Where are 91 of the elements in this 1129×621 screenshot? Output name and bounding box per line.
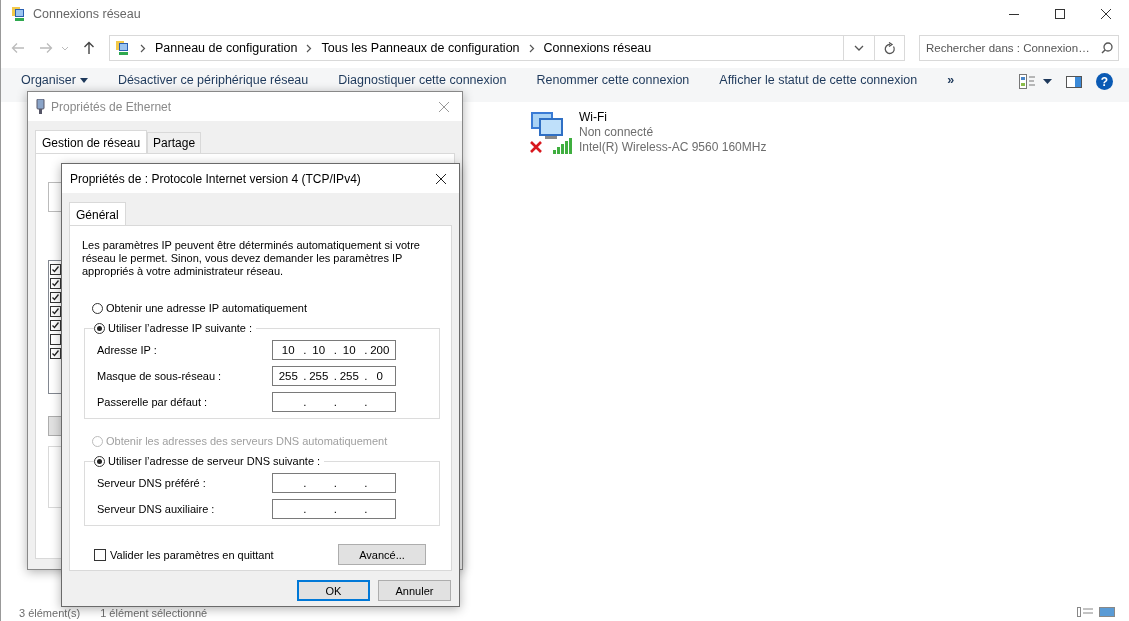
status-text: 3 élément(s): [19, 607, 81, 619]
toolbar-command[interactable]: Diagnostiquer cette connexion: [338, 73, 507, 87]
network-folder-icon: [11, 6, 27, 22]
octet: 10: [342, 344, 356, 356]
toolbar-command[interactable]: Désactiver ce périphérique réseau: [117, 73, 309, 87]
dialog-title: Propriétés de Ethernet: [51, 99, 172, 114]
checkbox[interactable]: [50, 306, 61, 317]
tab[interactable]: Gestion de réseau: [35, 130, 148, 154]
network-folder-icon: [115, 40, 131, 56]
field-label: Adresse IP :: [97, 344, 158, 356]
tab[interactable]: Partage: [147, 132, 202, 153]
field-label: Masque de sous-réseau :: [97, 370, 223, 382]
breadcrumb[interactable]: Tous les Panneaux de configuration: [321, 41, 520, 55]
ip-address-field[interactable]: . . .: [272, 473, 396, 493]
view-options-icon[interactable]: [1019, 74, 1035, 89]
checkbox[interactable]: Valider les paramètres en quittant: [94, 548, 274, 561]
checkbox[interactable]: [50, 320, 61, 331]
window-title: Connexions réseau: [33, 7, 141, 21]
dot-separator: .: [333, 503, 337, 515]
breadcrumb-chevron-icon: [140, 43, 146, 53]
dot-separator: .: [303, 370, 307, 382]
dot-separator: .: [364, 477, 368, 489]
dot-separator: .: [303, 477, 307, 489]
field-label: Passerelle par défaut :: [97, 396, 209, 408]
dot-separator: .: [333, 477, 337, 489]
breadcrumb[interactable]: Panneau de configuration: [155, 41, 298, 55]
address-bar[interactable]: Panneau de configuration Tous les Panneaux de configuration Connexions réseau: [109, 35, 875, 61]
wireless-network-icon: [527, 110, 573, 156]
ip-address-field[interactable]: . . .: [272, 392, 396, 412]
octet: 0: [376, 370, 383, 382]
close-icon: [435, 172, 447, 185]
more-commands-button[interactable]: »: [947, 73, 955, 87]
up-arrow-icon[interactable]: [83, 41, 95, 55]
dot-separator: .: [333, 344, 337, 356]
ip-address-field[interactable]: 255 . 255 . 255 . 0: [272, 366, 396, 386]
close-icon: [438, 100, 450, 113]
breadcrumb-chevron-icon: [528, 43, 535, 53]
radio-button[interactable]: Utiliser l’adresse de serveur DNS suivante :: [94, 455, 325, 467]
tab[interactable]: Général: [69, 202, 126, 226]
octet: 10: [312, 344, 326, 356]
ip-address-field[interactable]: 10 . 10 . 10 . 200: [272, 340, 396, 360]
refresh-icon[interactable]: [883, 41, 896, 55]
status-text: 1 élément sélectionné: [100, 607, 208, 619]
advanced-button[interactable]: Avancé...: [338, 544, 426, 565]
breadcrumb[interactable]: Connexions réseau: [543, 41, 652, 55]
checkbox[interactable]: [50, 292, 61, 303]
maximize-icon: [1055, 9, 1065, 19]
dot-separator: .: [303, 344, 307, 356]
field-label: Serveur DNS préféré :: [97, 477, 207, 489]
toolbar-command[interactable]: Afficher le statut de cette connexion: [719, 73, 918, 87]
octet: 255: [339, 370, 359, 382]
close-icon: [1101, 9, 1111, 19]
adapter-name: Intel(R) Wireless-AC 9560 160MHz: [579, 140, 767, 154]
dot-separator: .: [333, 396, 337, 408]
dot-separator: .: [364, 344, 368, 356]
dot-separator: .: [364, 396, 368, 408]
toolbar-command[interactable]: Renommer cette connexion: [536, 73, 690, 87]
dot-separator: .: [364, 370, 368, 382]
dot-separator: .: [303, 396, 307, 408]
octet: 200: [370, 344, 390, 356]
dialog-button[interactable]: OK: [297, 580, 370, 601]
dropdown-icon[interactable]: [1043, 79, 1052, 84]
ethernet-adapter-icon: [36, 99, 45, 114]
octet: 255: [278, 370, 298, 382]
breadcrumb-chevron-icon: [306, 43, 313, 53]
checkbox[interactable]: [50, 348, 61, 359]
octet: 10: [281, 344, 295, 356]
connection-name: Wi-Fi: [579, 110, 608, 124]
install-button[interactable]: [48, 416, 62, 436]
ip-address-field[interactable]: . . .: [272, 499, 396, 519]
checkbox[interactable]: [50, 278, 61, 289]
organize-menu[interactable]: Organiser: [21, 73, 88, 87]
field-label: Serveur DNS auxiliaire :: [97, 503, 216, 515]
dot-separator: .: [333, 370, 337, 382]
caret-icon: [79, 77, 88, 83]
dialog-button[interactable]: Annuler: [378, 580, 451, 601]
search-icon[interactable]: [1101, 42, 1113, 54]
help-button[interactable]: ?: [1096, 73, 1113, 90]
checkbox[interactable]: [50, 264, 61, 275]
search-field[interactable]: Rechercher dans : Connexion…: [919, 35, 1119, 61]
dialog-title: Propriétés de : Protocole Internet version 4 (TCP/IPv4): [70, 171, 361, 186]
octet: 255: [309, 370, 329, 382]
dropdown-icon[interactable]: [854, 45, 864, 51]
dot-separator: .: [364, 503, 368, 515]
connection-status: Non connecté: [579, 125, 655, 139]
radio-button[interactable]: Utiliser l’adresse IP suivante :: [94, 322, 257, 334]
checkbox[interactable]: [50, 334, 61, 345]
details-view-icon[interactable]: [1077, 607, 1093, 617]
preview-pane-icon[interactable]: [1066, 75, 1082, 88]
dot-separator: .: [303, 503, 307, 515]
description-text: Les paramètres IP peuvent être déterminés automatiquement si votre réseau le permet. Sinon, vous devez demander les paramètres IP appropriés à votre administrateur réseau.: [82, 239, 421, 278]
